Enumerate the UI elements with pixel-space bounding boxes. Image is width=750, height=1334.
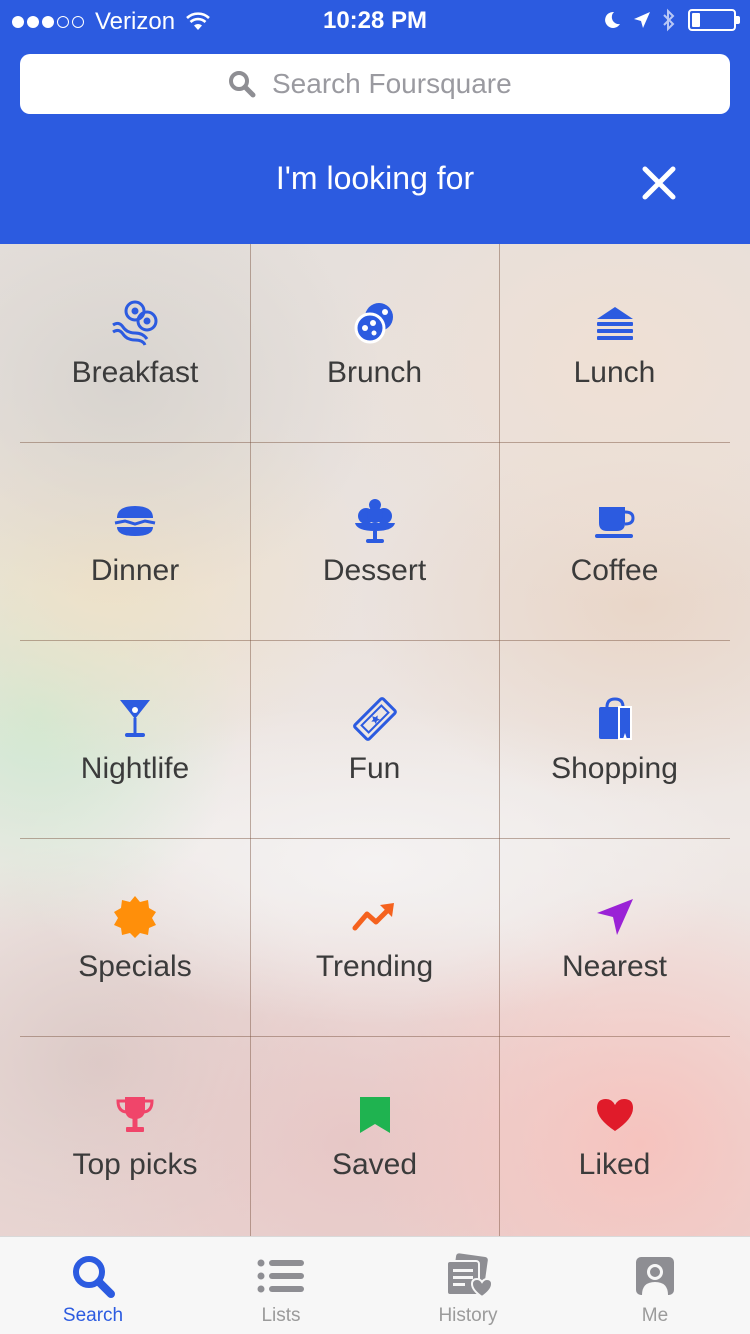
moon-icon [605, 11, 620, 28]
category-shopping[interactable]: Shopping [499, 640, 730, 838]
category-label: Dinner [90, 554, 180, 587]
category-breakfast[interactable]: Breakfast [20, 244, 250, 442]
header: Verizon 10:28 PM Search Foursquare I'm l… [0, 0, 750, 244]
category-label: Specials [78, 950, 192, 983]
trophy-icon [115, 1090, 155, 1140]
category-brunch[interactable]: Brunch [250, 244, 499, 442]
category-nearest[interactable]: Nearest [499, 838, 730, 1036]
search-bar[interactable] [20, 54, 730, 114]
tab-me[interactable]: Me [580, 1237, 730, 1334]
specials-badge-icon [112, 892, 158, 942]
dinner-burger-icon [113, 496, 157, 546]
category-label: Trending [315, 950, 434, 983]
category-label: Nearest [561, 950, 668, 983]
tab-bar: Search Lists History Me [0, 1236, 750, 1334]
profile-icon [634, 1255, 676, 1297]
category-grid-background: Breakfast Brunch Lunch Dinner Dessert Co… [0, 244, 750, 1236]
category-coffee[interactable]: Coffee [499, 442, 730, 640]
cocktail-icon [117, 694, 153, 744]
status-right [592, 8, 740, 32]
search-input[interactable] [272, 68, 522, 100]
dessert-icecream-icon [353, 496, 397, 546]
category-trending[interactable]: Trending [250, 838, 499, 1036]
bookmark-icon [358, 1090, 392, 1140]
status-bar: Verizon 10:28 PM [0, 0, 750, 40]
tab-history[interactable]: History [393, 1237, 543, 1334]
lunch-sandwich-icon [593, 298, 637, 348]
category-label: Saved [331, 1148, 418, 1181]
category-label: Dessert [322, 554, 427, 587]
coffee-cup-icon [593, 496, 637, 546]
battery-icon [688, 9, 740, 31]
list-icon [256, 1255, 306, 1297]
category-saved[interactable]: Saved [250, 1036, 499, 1234]
location-arrow-icon [595, 892, 635, 942]
category-label: Brunch [326, 356, 423, 389]
category-fun[interactable]: Fun [250, 640, 499, 838]
bluetooth-icon [663, 8, 675, 32]
category-nightlife[interactable]: Nightlife [20, 640, 250, 838]
search-icon [71, 1255, 115, 1298]
tab-lists[interactable]: Lists [206, 1237, 356, 1334]
tab-search[interactable]: Search [18, 1237, 168, 1334]
category-label: Lunch [573, 356, 656, 389]
category-label: Nightlife [80, 752, 190, 785]
breakfast-icon [109, 298, 161, 348]
category-dinner[interactable]: Dinner [20, 442, 250, 640]
category-grid: Breakfast Brunch Lunch Dinner Dessert Co… [20, 244, 730, 1236]
category-label: Shopping [551, 752, 678, 785]
category-liked[interactable]: Liked [499, 1036, 730, 1234]
tab-label: Lists [261, 1305, 301, 1326]
category-label: Fun [348, 752, 401, 785]
brunch-icon [352, 298, 398, 348]
location-services-icon [634, 12, 650, 28]
ticket-icon [351, 694, 399, 744]
trending-arrow-icon [352, 892, 398, 942]
search-icon [228, 70, 256, 98]
category-lunch[interactable]: Lunch [499, 244, 730, 442]
heart-icon [595, 1090, 635, 1140]
shopping-bag-icon [595, 694, 635, 744]
tab-label: Search [62, 1305, 124, 1326]
battery-fill [692, 13, 700, 27]
close-button[interactable] [636, 160, 682, 206]
category-specials[interactable]: Specials [20, 838, 250, 1036]
history-icon [444, 1253, 492, 1299]
category-top-picks[interactable]: Top picks [20, 1036, 250, 1234]
tab-label: Me [641, 1305, 669, 1326]
close-icon [642, 166, 676, 200]
category-label: Liked [578, 1148, 651, 1181]
tab-label: History [438, 1305, 498, 1326]
category-label: Top picks [72, 1148, 198, 1181]
category-dessert[interactable]: Dessert [250, 442, 499, 640]
category-label: Coffee [570, 554, 659, 587]
category-label: Breakfast [71, 356, 199, 389]
